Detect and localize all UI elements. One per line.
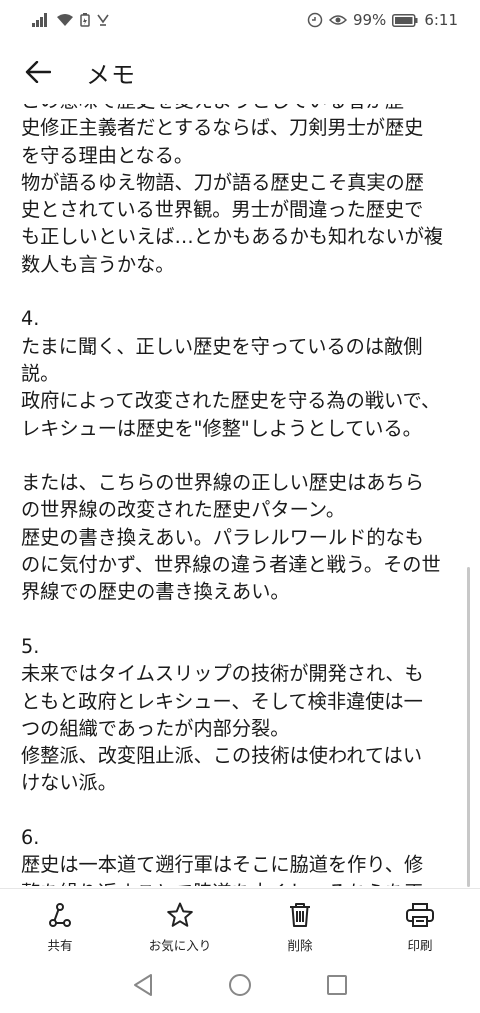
note-line: 6. [21,826,40,850]
signal-icon [32,13,50,27]
note-line [21,606,466,633]
delete-button[interactable]: 削除 [240,889,360,960]
battery-percent: 99% [352,11,387,29]
app-bar: メモ [0,40,480,104]
status-right: 99% 6:11 [307,11,458,29]
star-icon [166,899,194,931]
nav-back-button[interactable] [132,973,154,1001]
note-line: 物が語るゆえ物語、刀が語る歴史こそ真実の歴 [21,170,424,194]
note-line [21,278,466,305]
note-line: 歴史の書き換えあい。パラレルワールド的なも [21,525,424,549]
favorite-label: お気に入り [148,938,212,953]
note-line: 修整派、改変阻止派、この技術は使われてはい [21,744,423,768]
favorite-button[interactable]: お気に入り [120,889,240,960]
note-line: レキシューは歴史を"修整"しようとしている。 [21,416,422,440]
back-button[interactable] [22,56,54,88]
share-button[interactable]: 共有 [0,889,120,960]
triangle-back-icon [134,973,152,996]
note-line: 界線での歴史の書き換えあい。 [21,580,290,604]
battery-saver-icon [80,13,90,27]
note-line: たまに聞く、正しい歴史を守っているのは敵側 [21,334,423,358]
back-arrow-icon [25,61,51,83]
note-line: 歴史は一本道て遡行軍はそこに脇道を作り、修 [21,853,424,877]
note-line: この意味で歴史を変えようとしている者が歴 [21,104,466,114]
eye-comfort-icon [328,14,347,26]
share-icon [46,899,74,931]
status-left [32,13,110,27]
note-line: 史とされている世界観。男士が間違った歴史で [21,198,424,222]
printer-icon [405,899,435,931]
trash-icon [286,899,314,931]
note-line: のに気付かず、世界線の違う者達と戦う。その世 [21,553,441,577]
system-navigation-bar [0,960,480,1013]
nfc-icon [96,13,110,27]
wifi-icon [56,13,74,27]
sync-icon [307,12,323,28]
note-line: または、こちらの世界線の正しい歴史はあちら [21,471,424,495]
note-line: 説。 [21,361,60,385]
scrollbar[interactable] [467,567,470,887]
note-line [21,442,466,469]
nav-recents-button[interactable] [326,974,348,1000]
bottom-action-bar: 共有 お気に入り 削除 印刷 [0,888,480,960]
note-content-area[interactable]: この意味で歴史を変えようとしている者が歴史修正主義者だとするならば、刀剣男士が歴… [0,104,480,886]
page-title: メモ [86,60,136,89]
note-line: 史修正主義者だとするならば、刀剣男士が歴史 [21,116,424,140]
share-label: 共有 [47,938,73,953]
print-label: 印刷 [407,938,433,953]
print-button[interactable]: 印刷 [360,889,480,960]
note-line: の世界線の改変された歴史パターン。 [21,498,346,522]
note-line: 5. [21,634,40,658]
note-line: 数人も言うかな。 [21,252,175,276]
status-time: 6:11 [424,11,458,29]
note-line: ともと政府とレキシュー、そして検非違使は一 [21,689,423,713]
circle-home-icon [229,973,251,996]
note-line: 整を繰り返すことで脇道を太くし、そちらを正 [21,879,466,886]
note-line: つの組織であったが内部分裂。 [21,716,290,740]
note-line: 未来ではタイムスリップの技術が開発され、も [21,662,424,686]
note-line: 4. [21,307,40,331]
nav-home-button[interactable] [228,973,252,1001]
note-line: 政府によって改変された歴史を守る為の戦いで、 [21,389,441,413]
square-recents-icon [327,974,347,995]
note-line: けない派。 [21,771,117,795]
note-line: を守る理由となる。 [21,143,194,167]
status-bar: 99% 6:11 [0,0,480,40]
note-line [21,797,466,824]
note-line: も正しいといえば…とかもあるかも知れないが複 [21,225,444,249]
note-body[interactable]: この意味で歴史を変えようとしている者が歴史修正主義者だとするならば、刀剣男士が歴… [21,104,466,886]
battery-icon [392,13,418,27]
delete-label: 削除 [287,938,313,953]
